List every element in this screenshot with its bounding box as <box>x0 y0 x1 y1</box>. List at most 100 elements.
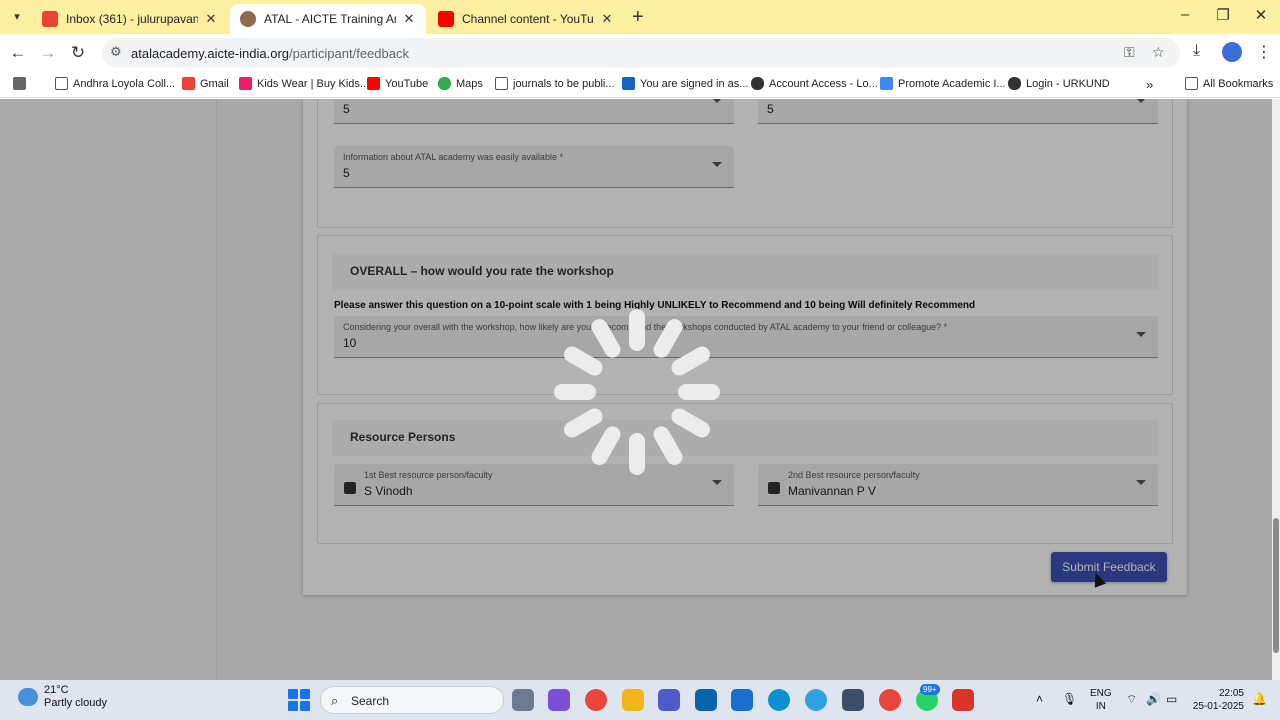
kids-wear-icon <box>239 77 252 90</box>
bookmark-label: journals to be publi... <box>513 77 615 90</box>
volume-icon[interactable]: 🔊 <box>1146 692 1161 706</box>
profile-avatar[interactable] <box>1222 42 1242 62</box>
calculator-icon[interactable] <box>842 689 864 711</box>
tab-gmail-inbox[interactable]: Inbox (361) - julurupavansai@g ✕ <box>32 4 228 34</box>
more-bookmarks-icon[interactable]: » <box>1146 77 1153 92</box>
chrome-icon[interactable] <box>585 689 607 711</box>
folder-icon <box>495 77 508 90</box>
forward-icon[interactable]: → <box>37 42 59 64</box>
tab-youtube-studio[interactable]: Channel content - YouTube Stu ✕ <box>428 4 624 34</box>
bookmark-label: Login - URKUND <box>1026 77 1110 90</box>
outlook-icon[interactable] <box>695 689 717 711</box>
bookmark-maps[interactable]: Maps <box>438 77 483 90</box>
apps-grid-icon <box>13 77 26 90</box>
bookmarks-bar: Andhra Loyola Coll... Gmail Kids Wear | … <box>0 72 1280 98</box>
folder-icon <box>55 77 68 90</box>
red-app-icon[interactable] <box>952 689 974 711</box>
tab-label: Channel content - YouTube Stu <box>462 12 594 26</box>
new-tab-icon[interactable]: + <box>632 6 644 29</box>
file-explorer-icon[interactable] <box>622 689 644 711</box>
show-hidden-icons-icon[interactable]: ˄ <box>1036 692 1043 706</box>
restore-icon[interactable]: ❐ <box>1208 6 1238 24</box>
wifi-icon[interactable]: ⌔ <box>1126 692 1137 707</box>
site-info-icon[interactable]: ⚙ <box>110 44 122 60</box>
battery-icon[interactable]: ▭ <box>1166 692 1177 706</box>
spinner-spoke <box>671 346 710 376</box>
close-tab-icon[interactable]: ✕ <box>402 11 416 27</box>
chrome-active-icon[interactable] <box>879 689 901 711</box>
language-indicator[interactable]: ENG IN <box>1090 687 1112 713</box>
search-icon: ⌕ <box>331 693 339 708</box>
bookmark-label: YouTube <box>385 77 429 90</box>
edge-icon[interactable] <box>768 689 790 711</box>
page-content: 5 5 Information about ATAL academy was e… <box>0 99 1280 680</box>
apps-grid-icon[interactable] <box>13 77 31 90</box>
url-path: /participant/feedback <box>289 46 409 61</box>
weather-widget[interactable]: 21°C Partly cloudy <box>18 684 107 710</box>
tab-search-icon[interactable]: ▾ <box>6 6 28 28</box>
notifications-bell-icon[interactable]: 🔔 <box>1252 692 1267 706</box>
s-logo-icon <box>622 77 635 90</box>
spinner-spoke <box>564 346 603 376</box>
menu-kebab-icon[interactable]: ⋮ <box>1256 42 1272 62</box>
reload-icon[interactable]: ↻ <box>67 42 89 64</box>
bookmark-promote-academic[interactable]: Promote Academic I... <box>880 77 1006 90</box>
password-key-icon[interactable]: ⚿ <box>1124 44 1135 61</box>
copilot-icon[interactable] <box>548 689 570 711</box>
notification-badge: 99+ <box>920 684 940 695</box>
youtube-icon <box>438 11 454 27</box>
bookmark-andhra-loyola[interactable]: Andhra Loyola Coll... <box>55 77 175 90</box>
weather-cloud-icon <box>18 688 38 706</box>
start-windows-icon[interactable] <box>288 689 310 711</box>
task-view-icon[interactable] <box>512 689 534 711</box>
windows-taskbar: 21°C Partly cloudy ⌕ Search 99+ ˄ 🎙 ENG IN… <box>0 680 1280 720</box>
clock-time: 22:05 <box>1218 688 1244 699</box>
lang-region: IN <box>1095 701 1106 712</box>
tab-atal-aicte[interactable]: ATAL - AICTE Training And Lear ✕ <box>230 4 426 34</box>
system-clock[interactable]: 22:05 25-01-2025 <box>1192 687 1244 713</box>
bookmark-label: You are signed in as... <box>640 77 749 90</box>
bookmark-urkund[interactable]: Login - URKUND <box>1008 77 1110 90</box>
promote-icon <box>880 77 893 90</box>
spinner-spoke <box>591 319 621 358</box>
bookmark-label: Promote Academic I... <box>898 77 1006 90</box>
spinner-spoke <box>678 384 720 400</box>
all-bookmarks-folder[interactable]: All Bookmarks <box>1185 77 1273 90</box>
bookmark-youtube[interactable]: YouTube <box>367 77 428 90</box>
bookmark-label: Account Access - Lo... <box>769 77 878 90</box>
bookmark-label: Gmail <box>200 77 229 90</box>
bookmark-label: All Bookmarks <box>1203 77 1274 90</box>
back-icon[interactable]: ← <box>7 42 29 64</box>
close-tab-icon[interactable]: ✕ <box>600 11 614 27</box>
spinner-spoke <box>653 426 683 465</box>
taskbar-search[interactable]: ⌕ Search <box>320 686 504 714</box>
teams-icon[interactable] <box>658 689 680 711</box>
spinner-spoke <box>591 426 621 465</box>
url-text[interactable]: atalacademy.aicte-india.org/participant/… <box>131 46 409 61</box>
spinner-spoke <box>554 384 596 400</box>
weather-temp: 21°C <box>44 684 69 696</box>
gmail-icon <box>182 77 195 90</box>
browser-app-icon[interactable] <box>805 689 827 711</box>
spinner-spoke <box>564 408 603 438</box>
browser-tab-strip: ▾ Inbox (361) - julurupavansai@g ✕ ATAL … <box>0 0 1280 34</box>
store-icon[interactable] <box>731 689 753 711</box>
close-tab-icon[interactable]: ✕ <box>204 11 218 27</box>
loading-spinner-icon <box>554 309 720 475</box>
bookmark-account-access[interactable]: Account Access - Lo... <box>751 77 878 90</box>
clock-date: 25-01-2025 <box>1192 701 1244 712</box>
bookmark-label: Andhra Loyola Coll... <box>73 77 176 90</box>
bookmark-journals[interactable]: journals to be publi... <box>495 77 615 90</box>
bookmark-gmail[interactable]: Gmail <box>182 77 229 90</box>
close-window-icon[interactable]: ✕ <box>1246 6 1276 24</box>
bookmark-star-icon[interactable]: ☆ <box>1152 44 1165 61</box>
url-host: atalacademy.aicte-india.org <box>131 46 290 61</box>
bookmark-signed-in[interactable]: You are signed in as... <box>622 77 748 90</box>
address-bar[interactable]: ⚙ atalacademy.aicte-india.org/participan… <box>102 38 1180 68</box>
download-icon[interactable]: ⤓ <box>1193 42 1200 60</box>
globe-icon <box>751 77 764 90</box>
minimize-icon[interactable]: – <box>1170 6 1200 23</box>
bookmark-kids-wear[interactable]: Kids Wear | Buy Kids... <box>239 77 369 90</box>
scrollbar-thumb[interactable] <box>1273 518 1279 653</box>
microphone-icon[interactable]: 🎙 <box>1062 692 1077 706</box>
